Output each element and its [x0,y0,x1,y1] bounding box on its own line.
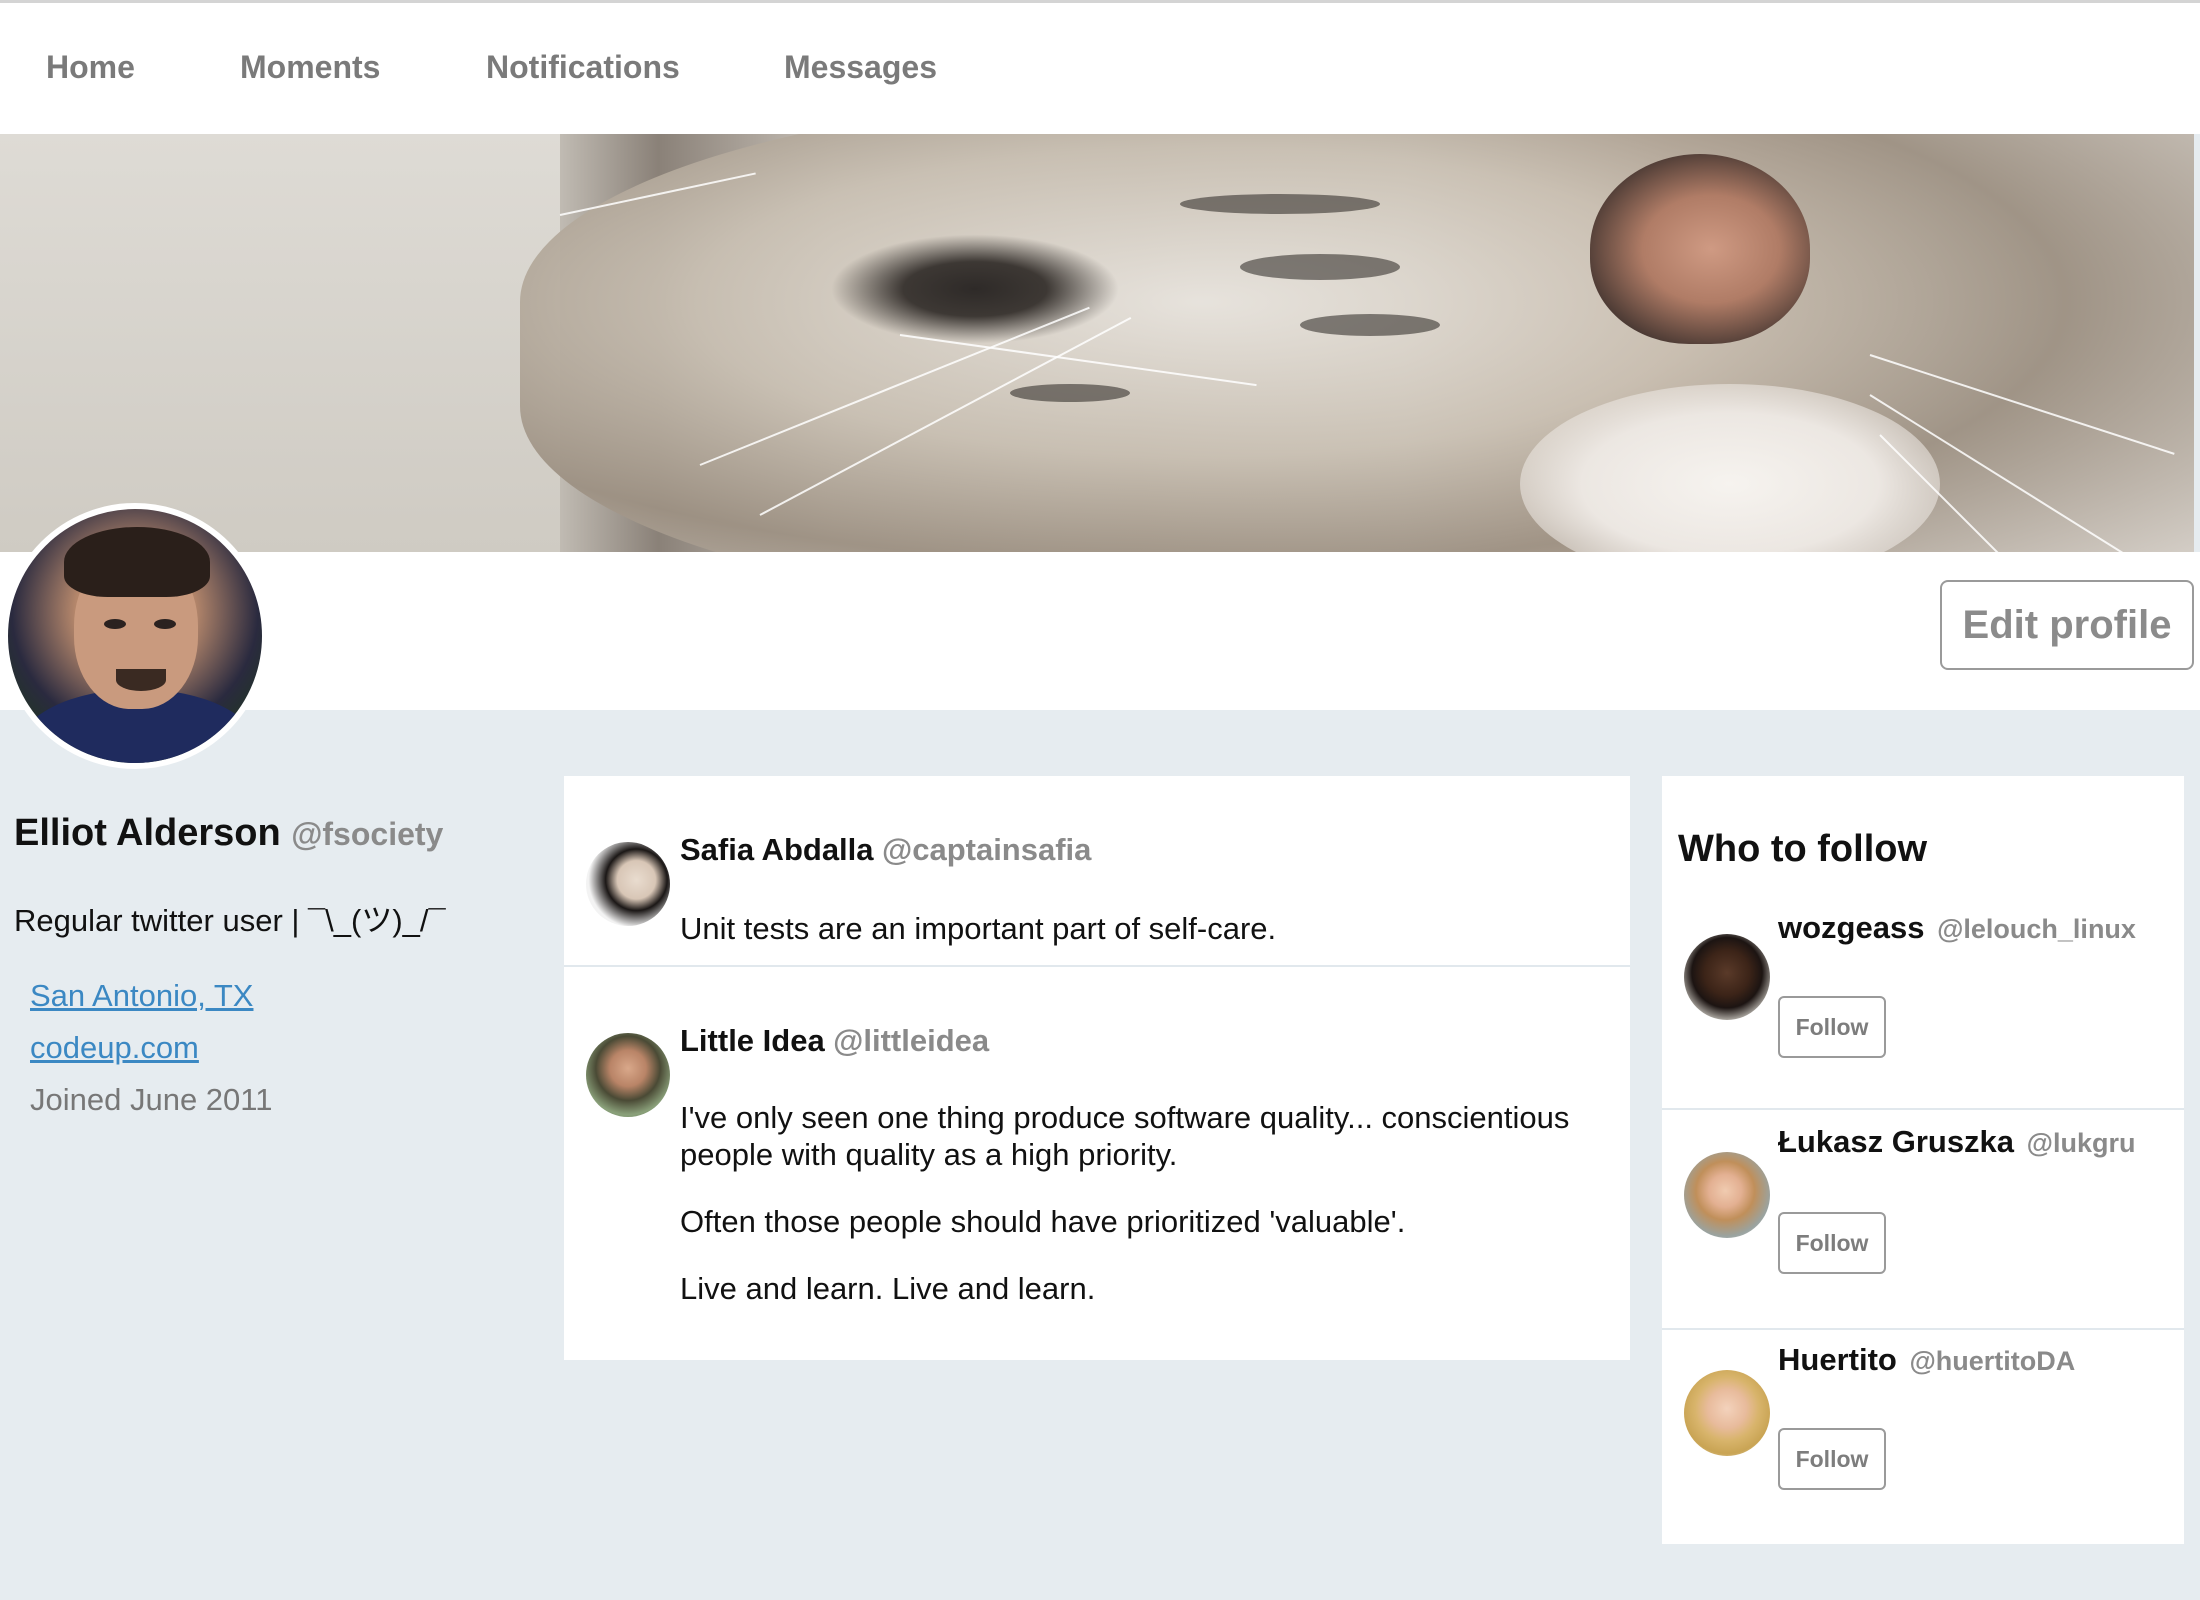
suggestion-name-row: Huertito @huertitoDA [1778,1342,2075,1378]
tweet-author-handle[interactable]: @littleidea [833,1023,989,1058]
follow-suggestion: Huertito @huertitoDA Follow [1662,1330,2184,1548]
nav-moments-link[interactable]: Moments [240,49,380,86]
profile-banner-image [0,134,2194,552]
suggestion-avatar[interactable] [1684,1370,1770,1456]
tweet-item[interactable]: Little Idea @littleidea I've only seen o… [564,967,1630,1360]
suggestion-avatar[interactable] [1684,934,1770,1020]
follow-button[interactable]: Follow [1778,1428,1886,1490]
suggestion-name[interactable]: Huertito [1778,1342,1897,1377]
tweet-author-name[interactable]: Safia Abdalla [680,832,874,867]
follow-button[interactable]: Follow [1778,1212,1886,1274]
tweet-item[interactable]: Safia Abdalla @captainsafia Unit tests a… [564,776,1630,965]
suggestion-handle[interactable]: @lukgru [2027,1128,2136,1158]
tweet-author-handle[interactable]: @captainsafia [882,832,1091,867]
edit-profile-button[interactable]: Edit profile [1940,580,2194,670]
location-link[interactable]: San Antonio, TX [30,970,534,1022]
profile-title: Elliot Alderson @fsociety [14,812,534,855]
follow-suggestion: Łukasz Gruszka @lukgru Follow [1662,1112,2184,1330]
follow-suggestion: wozgeass @lelouch_linux Follow [1662,892,2184,1110]
follow-button[interactable]: Follow [1778,996,1886,1058]
suggestion-name-row: Łukasz Gruszka @lukgru [1778,1124,2136,1160]
tweet-feed: Safia Abdalla @captainsafia Unit tests a… [564,776,1630,1360]
tweet-author-name[interactable]: Little Idea [680,1023,825,1058]
profile-handle: @fsociety [291,816,444,852]
tweet-text: I've only seen one thing produce softwar… [680,1099,1610,1337]
joined-date: Joined June 2011 [30,1082,273,1117]
nav-notifications-link[interactable]: Notifications [486,49,680,86]
top-nav: Home Moments Notifications Messages [0,0,2200,134]
profile-avatar[interactable] [2,503,268,769]
tweet-paragraph: Often those people should have prioritiz… [680,1204,1406,1239]
suggestion-name[interactable]: Łukasz Gruszka [1778,1124,2014,1159]
suggestion-avatar[interactable] [1684,1152,1770,1238]
nav-home-link[interactable]: Home [46,49,135,86]
tweet-header: Safia Abdalla @captainsafia [680,832,1091,868]
who-to-follow-title: Who to follow [1678,828,1928,870]
tweet-paragraph: Live and learn. Live and learn. [680,1271,1096,1306]
profile-info: Elliot Alderson @fsociety Regular twitte… [14,812,534,1126]
tweet-header: Little Idea @littleidea [680,1023,989,1059]
suggestion-handle[interactable]: @huertitoDA [1909,1346,2075,1376]
profile-bio: Regular twitter user | ¯\_(ツ)_/¯ [14,903,446,938]
nav-messages-link[interactable]: Messages [784,49,937,86]
who-to-follow-panel: Who to follow wozgeass @lelouch_linux Fo… [1662,776,2184,1544]
tweet-author-avatar[interactable] [586,842,670,926]
profile-header-bar [0,552,2200,710]
suggestion-handle[interactable]: @lelouch_linux [1937,914,2136,944]
profile-name: Elliot Alderson [14,812,281,854]
tweet-paragraph: I've only seen one thing produce softwar… [680,1100,1570,1172]
website-link[interactable]: codeup.com [30,1022,534,1074]
suggestion-name[interactable]: wozgeass [1778,910,1924,945]
tweet-author-avatar[interactable] [586,1033,670,1117]
suggestion-name-row: wozgeass @lelouch_linux [1778,910,2136,946]
tweet-paragraph: Unit tests are an important part of self… [680,911,1277,946]
profile-meta: San Antonio, TX codeup.com Joined June 2… [30,970,534,1126]
